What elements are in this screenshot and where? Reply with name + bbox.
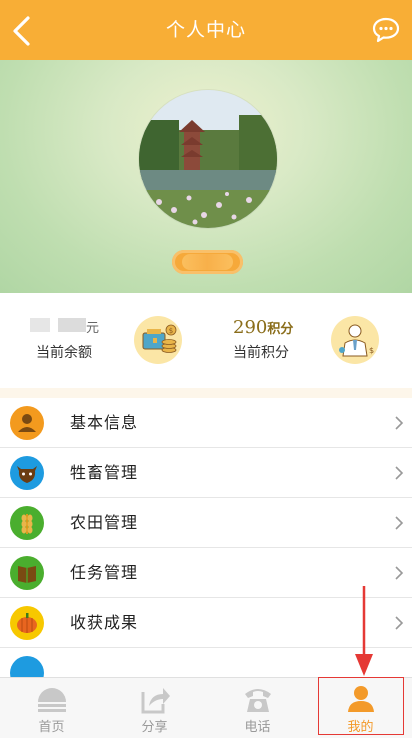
account-stats: 元 当前余额 $ 290积分 当前积分 $ xyxy=(0,293,412,388)
svg-text:$: $ xyxy=(369,346,374,355)
menu-item-label: 收获成果 xyxy=(70,613,139,632)
person-icon xyxy=(10,406,44,440)
menu-item-harvest[interactable]: 收获成果 xyxy=(0,598,412,648)
points-unit: 积分 xyxy=(267,322,294,337)
menu-item-farmland[interactable]: 农田管理 xyxy=(0,498,412,548)
menu-item-basic-info[interactable]: 基本信息 xyxy=(0,398,412,448)
menu-item-label: 任务管理 xyxy=(70,563,139,582)
cow-icon xyxy=(10,456,44,490)
menu-item-livestock[interactable]: 牲畜管理 xyxy=(0,448,412,498)
message-button[interactable] xyxy=(372,17,400,43)
chevron-right-icon xyxy=(395,466,404,480)
book-icon xyxy=(10,556,44,590)
balance-unit: 元 xyxy=(86,321,100,336)
home-icon xyxy=(38,688,66,712)
avatar[interactable] xyxy=(139,90,277,228)
share-icon xyxy=(141,688,170,714)
chat-bubble-icon xyxy=(372,17,400,43)
tab-share[interactable]: 分享 xyxy=(103,678,206,738)
chevron-right-icon xyxy=(395,416,404,430)
page-title: 个人中心 xyxy=(165,19,246,41)
section-divider xyxy=(0,388,412,398)
menu-item-label: 基本信息 xyxy=(70,413,139,432)
landscape-avatar-photo xyxy=(139,90,277,228)
menu-item-label: 牲畜管理 xyxy=(70,463,139,482)
wallet-coins-icon[interactable]: $ xyxy=(134,316,182,364)
points-number: 290 xyxy=(233,317,268,338)
balance-label: 当前余额 xyxy=(36,345,92,361)
chevron-right-icon xyxy=(395,566,404,580)
username-text xyxy=(182,254,233,270)
points-label: 当前积分 xyxy=(233,345,289,361)
tab-label: 首页 xyxy=(38,720,65,735)
top-navigation-bar: 个人中心 xyxy=(0,0,412,60)
annotation-highlight-box xyxy=(318,677,404,735)
tab-phone[interactable]: 电话 xyxy=(206,678,309,738)
chevron-right-icon xyxy=(395,516,404,530)
phone-icon xyxy=(245,689,271,712)
points-value: 290积分 xyxy=(233,317,293,338)
businessman-icon[interactable]: $ xyxy=(331,316,379,364)
menu-item-label: 农田管理 xyxy=(70,513,139,532)
menu-item-tasks[interactable]: 任务管理 xyxy=(0,548,412,598)
tab-label: 电话 xyxy=(244,720,271,735)
profile-banner xyxy=(0,60,412,293)
tab-home[interactable]: 首页 xyxy=(0,678,103,738)
tab-label: 分享 xyxy=(141,720,168,735)
username-badge xyxy=(172,250,243,274)
annotation-arrow-icon xyxy=(355,586,373,676)
profile-menu: 基本信息 牲畜管理 农田管理 任务管理 收获成果 xyxy=(0,398,412,697)
balance-value xyxy=(30,318,86,332)
chevron-right-icon xyxy=(395,616,404,630)
pumpkin-icon xyxy=(10,606,44,640)
svg-text:$: $ xyxy=(169,327,173,335)
wheat-icon xyxy=(10,506,44,540)
